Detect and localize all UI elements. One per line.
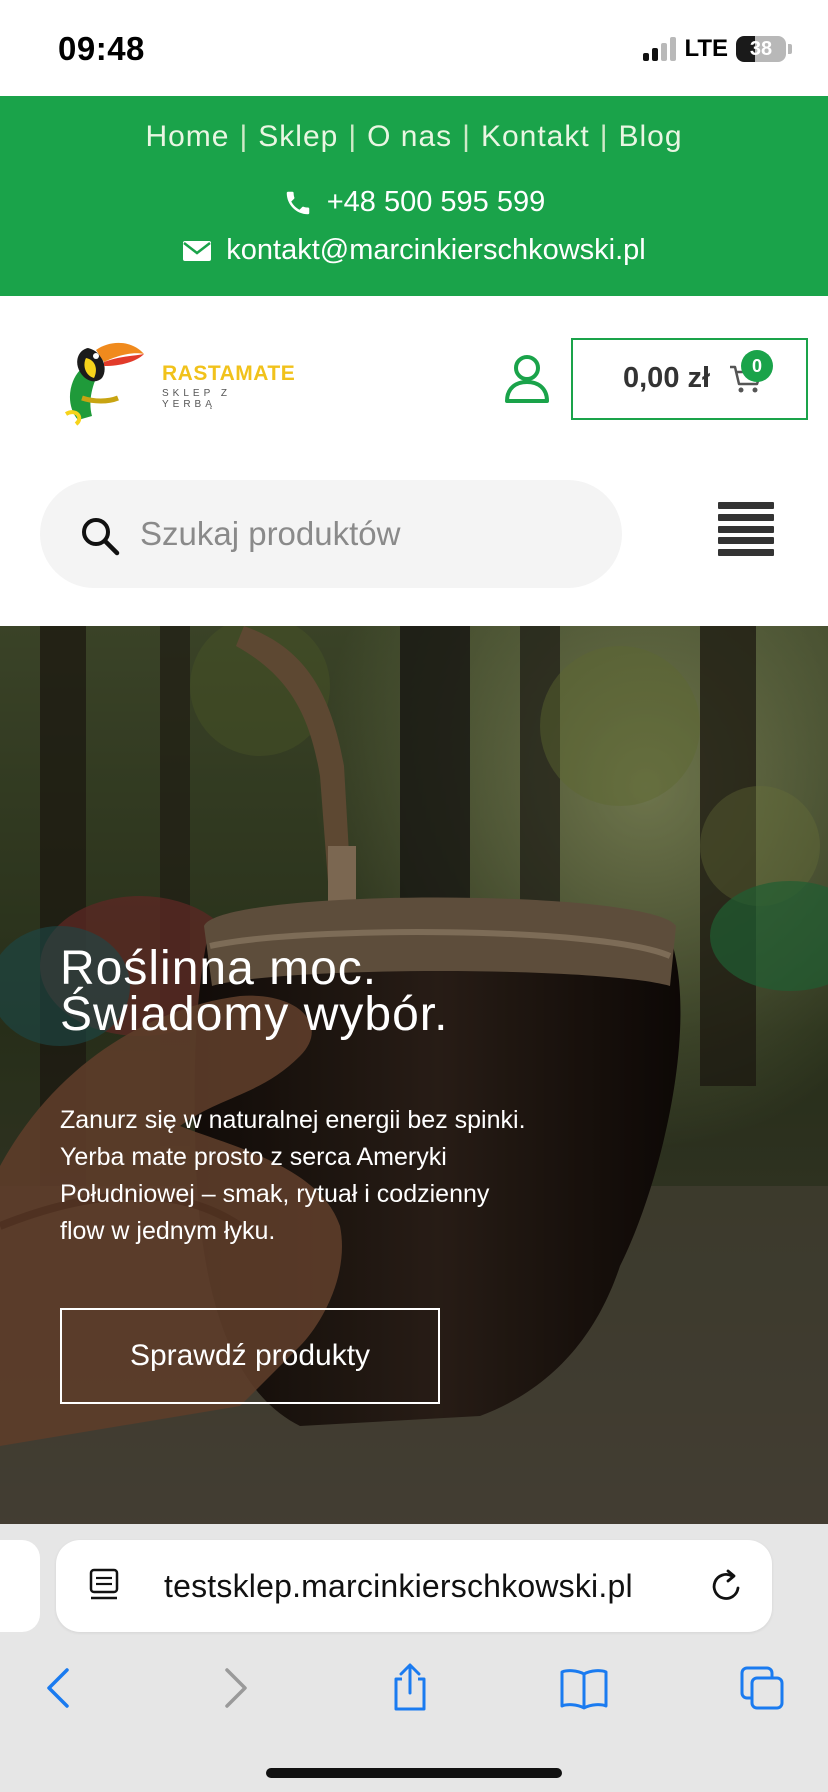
nav-separator: | [599,120,609,153]
logo-subtitle: SKLEP Z YERBĄ [162,388,231,410]
signal-icon [643,37,677,61]
hero-title: Roślinna moc. Świadomy wybór. [60,942,620,1041]
cart-total: 0,00 zł [623,362,711,394]
nav-link-blog[interactable]: Blog [619,120,683,153]
forward-icon [225,1668,247,1708]
address-bar[interactable]: testsklep.marcinkierschkowski.pl [56,1540,772,1632]
back-icon [47,1668,69,1708]
menu-line [718,549,774,556]
nav-separator: | [239,120,249,153]
hero-title-line2: Świadomy wybór. [60,988,449,1041]
phone-number[interactable]: +48 500 595 599 [327,186,546,219]
top-info-bar: Home | Sklep | O nas | Kontakt | Blog +48 500 59… [0,96,828,296]
nav-link-shop[interactable]: Sklep [258,120,338,153]
nav-separator: | [462,120,471,153]
email-address[interactable]: kontakt@marcinkierschkowski.pl [226,234,645,267]
menu-line [718,537,774,545]
menu-line [718,513,774,521]
menu-line [718,502,774,509]
search-bar [40,480,622,588]
tabs-icon [740,1666,784,1710]
mail-icon [183,240,212,261]
hero-title-line1: Roślinna moc. [60,942,378,995]
battery-percent: 38 [749,38,773,60]
back-button[interactable] [30,1660,86,1716]
check-products-button[interactable]: Sprawdź produkty [60,1308,440,1404]
nav-separator: | [348,120,358,153]
toucan-logo [64,342,144,426]
search-input[interactable] [140,480,600,588]
phone-icon [286,191,309,214]
battery-tip [788,44,792,54]
battery-icon: 38 [736,36,786,62]
share-icon [394,1663,426,1711]
cart-button[interactable]: 0,00 zł 0 [571,338,808,420]
contact-phone[interactable]: +48 500 595 599 [0,186,828,219]
status-bar: 09:48 LTE 38 [0,0,828,96]
share-button[interactable] [382,1660,438,1716]
hero-text: Zanurz się w naturalnej energii bez spin… [60,1106,526,1245]
nav-link-home[interactable]: Home [145,120,229,153]
network-type: LTE [684,35,728,62]
reload-icon[interactable] [710,1568,744,1604]
site-header: RASTAMATE SKLEP Z YERBĄ 0,00 zł 0 [0,296,828,626]
nav-link-about[interactable]: O nas [367,120,452,153]
top-navigation: Home | Sklep | O nas | Kontakt | Blog [0,120,828,154]
user-icon[interactable] [504,354,550,404]
contact-email[interactable]: kontakt@marcinkierschkowski.pl [0,234,828,267]
tabs-button[interactable] [734,1660,790,1716]
logo[interactable]: RASTAMATE SKLEP Z YERBĄ [58,328,295,428]
menu-line [718,525,774,533]
hamburger-menu-icon[interactable] [718,500,774,558]
forward-button[interactable] [208,1660,264,1716]
page-info-icon[interactable] [88,1568,120,1604]
bookmarks-icon [560,1669,608,1710]
url-text[interactable]: testsklep.marcinkierschkowski.pl [164,1568,633,1605]
nav-link-contact[interactable]: Kontakt [481,120,590,153]
logo-title: RASTAMATE [162,362,296,385]
hero-section: Roślinna moc. Świadomy wybór. Zanurz się… [0,626,828,1524]
bookmarks-button[interactable] [556,1660,612,1716]
status-indicators: LTE 38 [643,34,792,64]
browser-toolbar [0,1652,828,1732]
search-icon[interactable] [80,516,120,556]
home-indicator [266,1768,562,1778]
browser-bottom-bar: testsklep.marcinkierschkowski.pl [0,1524,828,1792]
previous-tab-pill[interactable] [0,1540,40,1632]
status-time: 09:48 [58,30,145,67]
cart-count-badge: 0 [741,350,773,382]
